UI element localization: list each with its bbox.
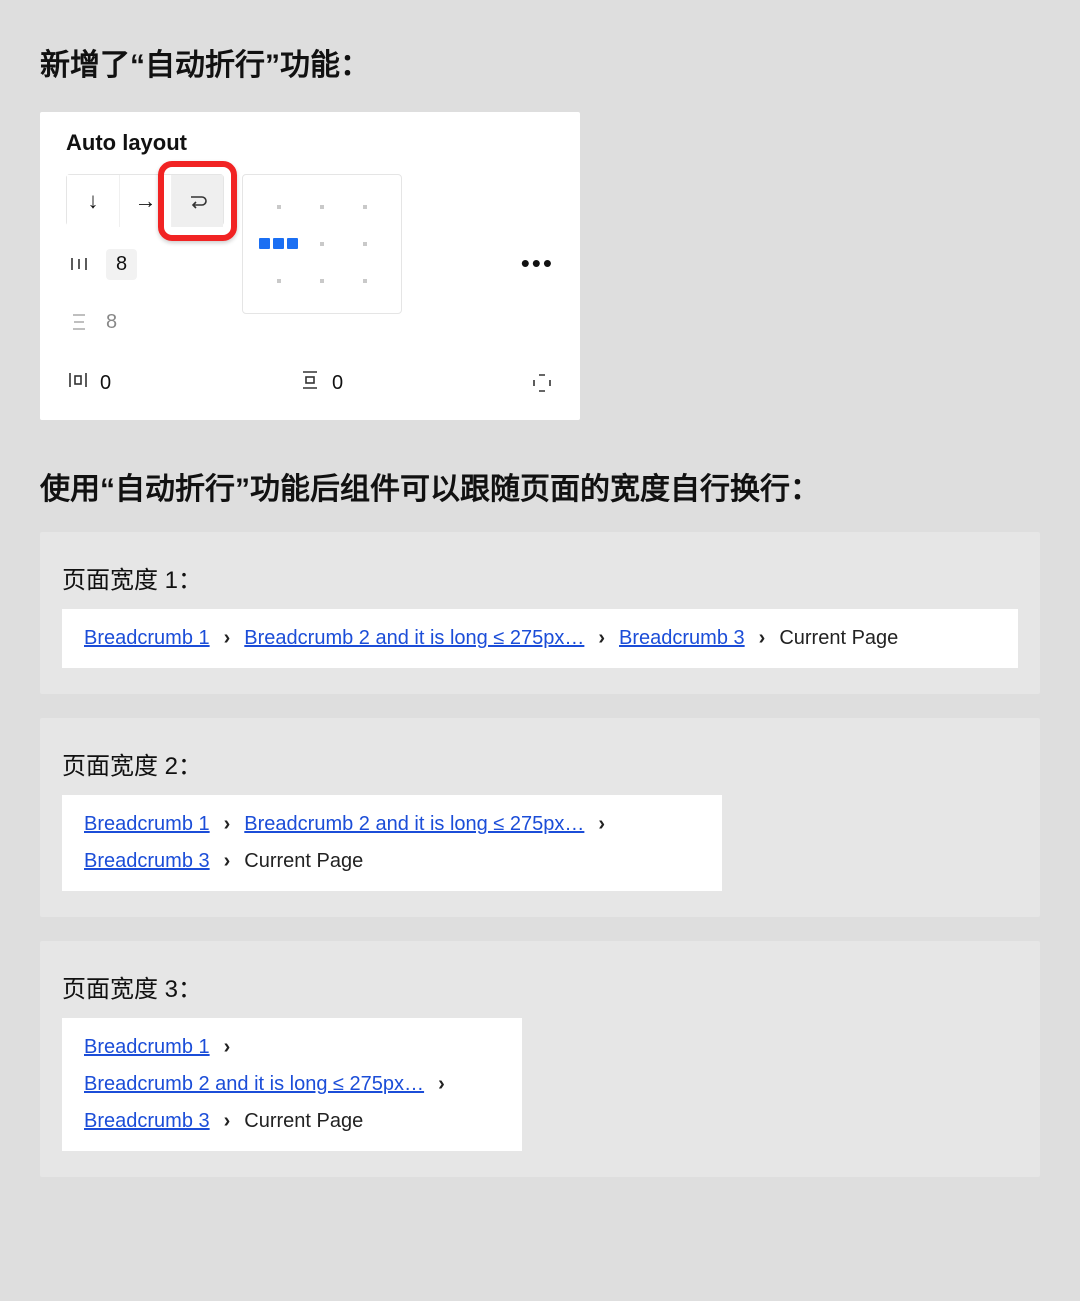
example-2: 页面宽度 2： Breadcrumb 1 › Breadcrumb 2 and … (40, 718, 1040, 917)
intro-heading: 新增了“自动折行”功能： (40, 40, 1040, 84)
padding-row: 0 0 (66, 368, 554, 398)
direction-wrap-button[interactable] (171, 175, 223, 227)
more-options-icon[interactable]: ••• (521, 238, 554, 279)
examples-container: 页面宽度 1： Breadcrumb 1 › Breadcrumb 2 and … (40, 532, 1040, 1177)
chevron-right-icon: › (224, 627, 231, 650)
breadcrumb-link[interactable]: Breadcrumb 3 (84, 850, 210, 873)
breadcrumb-link[interactable]: Breadcrumb 3 (619, 627, 745, 650)
intro-heading-2: 使用“自动折行”功能后组件可以跟随页面的宽度自行换行： (40, 464, 1040, 508)
panel-header: Auto layout (66, 130, 554, 156)
breadcrumb-current: Current Page (244, 850, 363, 873)
chevron-right-icon: › (438, 1073, 445, 1096)
individual-padding-button[interactable] (530, 371, 554, 395)
chevron-right-icon: › (759, 627, 766, 650)
direction-vertical-button[interactable]: ↓ (67, 175, 119, 227)
horizontal-gap-row: 8 (66, 244, 224, 284)
breadcrumb-link[interactable]: Breadcrumb 2 and it is long ≤ 275px… (244, 627, 584, 650)
example-1-label: 页面宽度 1： (62, 560, 1018, 595)
direction-toggle-group: ↓ → (66, 174, 224, 226)
chevron-right-icon: › (598, 627, 605, 650)
breadcrumb-demo-2: Breadcrumb 1 › Breadcrumb 2 and it is lo… (62, 795, 722, 891)
breadcrumb-link[interactable]: Breadcrumb 1 (84, 1036, 210, 1059)
direction-horizontal-button[interactable]: → (119, 175, 171, 227)
breadcrumb-link[interactable]: Breadcrumb 1 (84, 813, 210, 836)
auto-layout-panel: Auto layout ↓ → 8 (40, 112, 580, 420)
breadcrumb-demo-1: Breadcrumb 1 › Breadcrumb 2 and it is lo… (62, 609, 1018, 668)
padding-vertical-value: 0 (332, 372, 343, 395)
chevron-right-icon: › (224, 850, 231, 873)
example-3: 页面宽度 3： Breadcrumb 1 › Breadcrumb 2 and … (40, 941, 1040, 1177)
breadcrumb-demo-3: Breadcrumb 1 › Breadcrumb 2 and it is lo… (62, 1018, 522, 1151)
horizontal-gap-icon (66, 252, 92, 276)
panel-title: Auto layout (66, 130, 187, 156)
example-2-label: 页面宽度 2： (62, 746, 1018, 781)
vertical-gap-row: 8 (66, 302, 224, 342)
alignment-grid[interactable] (242, 174, 402, 314)
example-1: 页面宽度 1： Breadcrumb 1 › Breadcrumb 2 and … (40, 532, 1040, 694)
breadcrumb-link[interactable]: Breadcrumb 2 and it is long ≤ 275px… (84, 1073, 424, 1096)
chevron-right-icon: › (224, 1036, 231, 1059)
padding-vertical-control[interactable]: 0 (298, 368, 343, 398)
individual-padding-icon (530, 371, 554, 395)
breadcrumb-current: Current Page (779, 627, 898, 650)
breadcrumb-link[interactable]: Breadcrumb 2 and it is long ≤ 275px… (244, 813, 584, 836)
chevron-right-icon: › (224, 1110, 231, 1133)
example-3-label: 页面宽度 3： (62, 969, 1018, 1004)
chevron-right-icon: › (224, 813, 231, 836)
padding-horizontal-control[interactable]: 0 (66, 368, 111, 398)
breadcrumb-link[interactable]: Breadcrumb 3 (84, 1110, 210, 1133)
vertical-gap-icon (66, 310, 92, 334)
padding-horizontal-value: 0 (100, 372, 111, 395)
padding-vertical-icon (298, 368, 322, 398)
breadcrumb-current: Current Page (244, 1110, 363, 1133)
breadcrumb-link[interactable]: Breadcrumb 1 (84, 627, 210, 650)
wrap-icon (186, 189, 210, 213)
vertical-gap-input[interactable]: 8 (106, 311, 117, 334)
horizontal-gap-input[interactable]: 8 (106, 249, 137, 280)
padding-horizontal-icon (66, 368, 90, 398)
alignment-selected-middle-left (259, 238, 298, 249)
chevron-right-icon: › (598, 813, 605, 836)
